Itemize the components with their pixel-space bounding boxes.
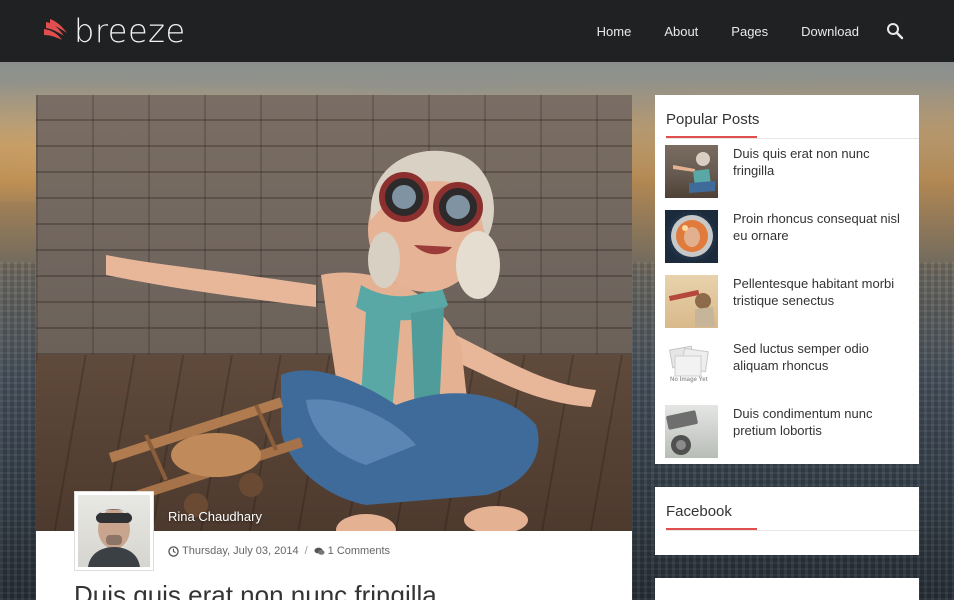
- nav-item-about[interactable]: About: [664, 24, 698, 39]
- logo-wing-icon: [44, 19, 67, 40]
- popular-post-title[interactable]: Sed luctus semper odio aliquam rhoncus: [733, 340, 913, 374]
- search-icon[interactable]: [886, 22, 904, 40]
- post-meta: Thursday, July 03, 2014 / 1 Comments: [168, 545, 390, 557]
- popular-post-thumb[interactable]: [665, 275, 718, 328]
- comment-count-link[interactable]: 1 Comments: [328, 545, 390, 557]
- popular-post-title[interactable]: Duis quis erat non nunc fringilla: [733, 145, 913, 179]
- facebook-widget: Facebook: [655, 487, 919, 555]
- nav-item-pages[interactable]: Pages: [731, 24, 768, 39]
- next-widget: [655, 578, 919, 600]
- popular-post-title[interactable]: Duis condimentum nunc pretium lobortis: [733, 405, 913, 439]
- popular-post-item[interactable]: No Image Yet Sed luctus semper odio aliq…: [665, 340, 911, 394]
- popular-post-title[interactable]: Pellentesque habitant morbi tristique se…: [733, 275, 913, 309]
- popular-post-item[interactable]: Proin rhoncus consequat nisl eu ornare: [665, 210, 911, 264]
- widget-title-facebook: Facebook: [666, 503, 732, 520]
- post-title[interactable]: Duis quis erat non nunc fringilla: [74, 579, 437, 600]
- widget-divider: [666, 530, 919, 531]
- popular-post-item[interactable]: Duis condimentum nunc pretium lobortis: [665, 405, 911, 459]
- popular-posts-widget: Popular Posts Duis quis erat non nunc fr…: [655, 95, 919, 464]
- site-header: breeze Home About Pages Download: [0, 0, 954, 62]
- popular-post-item[interactable]: Duis quis erat non nunc fringilla: [665, 145, 911, 199]
- author-name[interactable]: Rina Chaudhary: [168, 509, 262, 524]
- site-name: breeze: [74, 12, 186, 50]
- widget-divider: [666, 138, 919, 139]
- post-date: Thursday, July 03, 2014: [182, 545, 299, 557]
- nav-item-download[interactable]: Download: [801, 24, 859, 39]
- no-image-placeholder-icon: [669, 345, 709, 377]
- featured-post: Rina Chaudhary Thursday, July 03, 2014 /…: [36, 95, 632, 600]
- popular-post-thumb[interactable]: [665, 405, 718, 458]
- thumb-boy-plane-image: [668, 289, 715, 327]
- post-featured-image[interactable]: [36, 95, 632, 531]
- no-image-label: No Image Yet: [670, 377, 708, 383]
- nav-item-home[interactable]: Home: [597, 24, 632, 39]
- main-nav: Home About Pages Download: [597, 0, 954, 62]
- site-logo[interactable]: breeze: [42, 14, 186, 48]
- widget-title-popular: Popular Posts: [666, 111, 760, 128]
- clock-icon: [168, 545, 179, 557]
- thumb-child-image: [673, 152, 715, 193]
- popular-post-thumb[interactable]: [665, 210, 718, 263]
- author-portrait: [88, 509, 140, 567]
- author-photo: [78, 495, 150, 567]
- child-aviator-illustration: [106, 150, 596, 531]
- meta-separator: /: [304, 545, 308, 557]
- popular-post-title[interactable]: Proin rhoncus consequat nisl eu ornare: [733, 210, 913, 244]
- popular-post-thumb[interactable]: [665, 145, 718, 198]
- popular-post-item[interactable]: Pellentesque habitant morbi tristique se…: [665, 275, 911, 329]
- popular-post-thumb[interactable]: No Image Yet: [665, 340, 718, 393]
- comments-icon: [314, 547, 325, 555]
- thumb-astronaut-image: [671, 215, 713, 257]
- thumb-camera-image: [666, 410, 698, 455]
- author-avatar[interactable]: [74, 491, 154, 571]
